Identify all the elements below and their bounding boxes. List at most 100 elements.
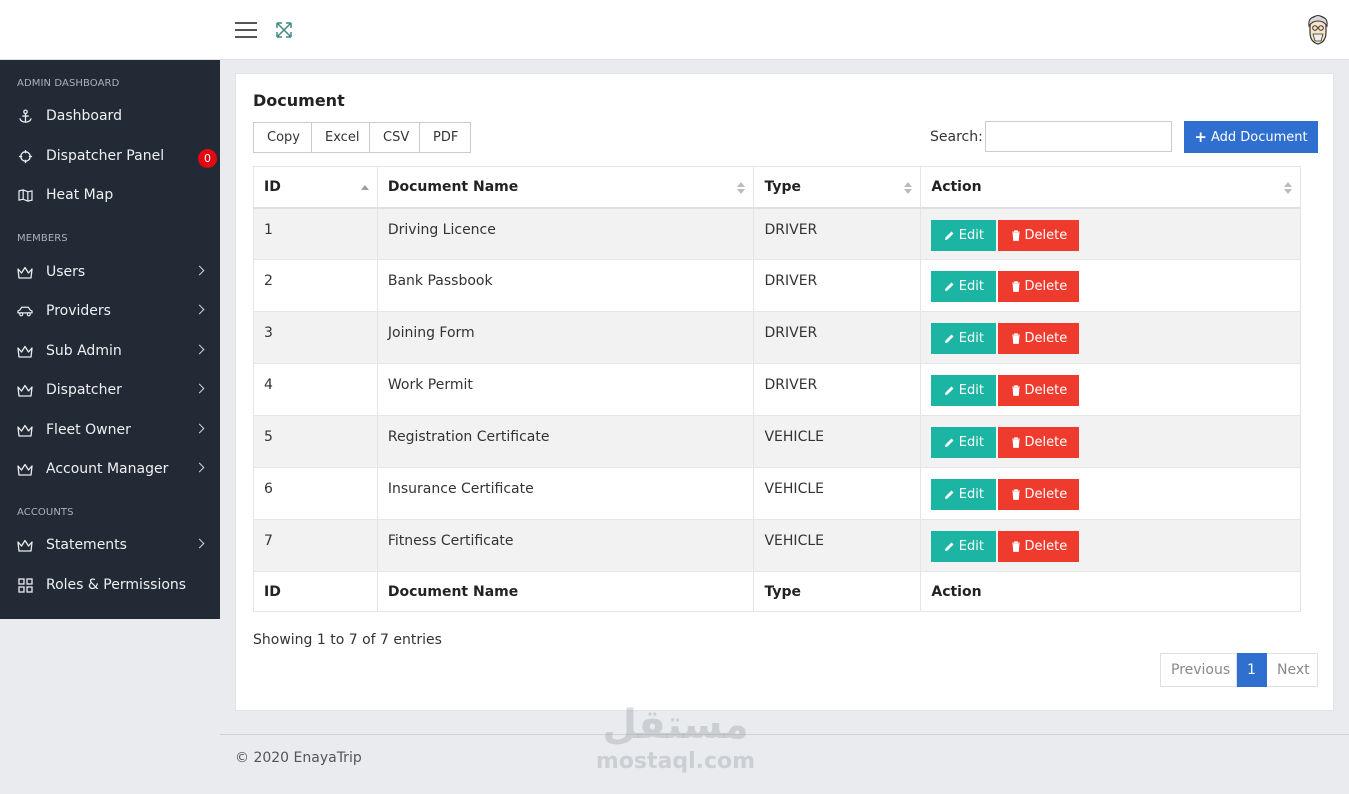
column-label: ID bbox=[264, 178, 281, 195]
column-header-id[interactable]: ID bbox=[253, 166, 378, 209]
edit-button[interactable]: Edit bbox=[931, 271, 997, 302]
cell-document-name: Work Permit bbox=[376, 363, 755, 416]
delete-button[interactable]: Delete bbox=[998, 219, 1080, 251]
cell-type: VEHICLE bbox=[753, 467, 922, 520]
column-label: Document Name bbox=[387, 178, 519, 195]
cell-id: 3 bbox=[253, 311, 378, 364]
watermark-latin: mostaql.com bbox=[595, 749, 756, 774]
delete-button[interactable]: Delete bbox=[998, 479, 1080, 510]
cell-id: 5 bbox=[253, 415, 378, 468]
watermark: مستقل mostaql.com bbox=[593, 700, 758, 774]
edit-label: Edit bbox=[958, 487, 984, 502]
chevron-right-icon bbox=[194, 423, 205, 434]
sidebar-item-statements[interactable]: Statements bbox=[0, 527, 220, 563]
pagination: Previous 1 Next bbox=[1160, 653, 1318, 687]
column-header-action[interactable]: Action bbox=[920, 166, 1301, 209]
sidebar-item-dashboard[interactable]: Dashboard bbox=[0, 98, 220, 134]
column-header-document-name[interactable]: Document Name bbox=[376, 166, 755, 209]
column-header-type[interactable]: Type bbox=[753, 166, 922, 209]
add-document-button[interactable]: + Add Document bbox=[1184, 121, 1318, 153]
cell-document-name: Driving Licence bbox=[376, 207, 755, 260]
expand-icon[interactable] bbox=[275, 21, 293, 39]
pencil-icon bbox=[944, 282, 954, 291]
previous-page-button[interactable]: Previous bbox=[1160, 653, 1237, 687]
trash-icon bbox=[1011, 229, 1020, 241]
next-page-button[interactable]: Next bbox=[1267, 653, 1318, 687]
sort-icon bbox=[1284, 182, 1292, 194]
edit-button[interactable]: Edit bbox=[931, 427, 997, 458]
sidebar-item-users[interactable]: Users bbox=[0, 254, 220, 290]
excel-button[interactable]: Excel bbox=[312, 122, 370, 153]
search-input[interactable] bbox=[985, 121, 1172, 152]
edit-button[interactable]: Edit bbox=[931, 375, 997, 406]
delete-button[interactable]: Delete bbox=[998, 323, 1080, 354]
sidebar-item-label: Sub Admin bbox=[46, 343, 122, 359]
edit-label: Edit bbox=[958, 383, 984, 398]
sidebar-item-providers[interactable]: Providers bbox=[0, 293, 220, 329]
delete-button[interactable]: Delete bbox=[998, 271, 1080, 302]
pencil-icon bbox=[944, 438, 954, 447]
cell-id: 7 bbox=[253, 519, 378, 572]
pdf-button[interactable]: PDF bbox=[420, 122, 471, 153]
table-row: 3 Joining Form DRIVER Edit Delete bbox=[253, 311, 1301, 364]
documents-table: ID Document Name Type Action 1 Driving L… bbox=[253, 166, 1301, 612]
cell-type: VEHICLE bbox=[753, 519, 922, 572]
sidebar-item-heat-map[interactable]: Heat Map bbox=[0, 177, 220, 213]
sidebar-item-dispatcher[interactable]: Dispatcher bbox=[0, 372, 220, 408]
sidebar-item-roles-permissions[interactable]: Roles & Permissions bbox=[0, 567, 220, 603]
sidebar: ADMIN DASHBOARD Dashboard Dispatcher Pan… bbox=[0, 60, 220, 619]
csv-button[interactable]: CSV bbox=[370, 122, 420, 153]
sidebar-item-sub-admin[interactable]: Sub Admin bbox=[0, 333, 220, 369]
hamburger-icon[interactable] bbox=[235, 22, 257, 38]
user-avatar-icon[interactable] bbox=[1306, 14, 1330, 46]
sidebar-section-title: MEMBERS bbox=[17, 233, 68, 244]
page-1-button[interactable]: 1 bbox=[1237, 653, 1267, 687]
cell-id: 4 bbox=[253, 363, 378, 416]
cell-id: 2 bbox=[253, 259, 378, 312]
cell-action: Edit Delete bbox=[920, 311, 1301, 364]
sidebar-item-label: Providers bbox=[46, 303, 111, 319]
sidebar-item-label: Dispatcher bbox=[46, 382, 122, 398]
sidebar-section-title: ADMIN DASHBOARD bbox=[17, 78, 120, 89]
copy-button[interactable]: Copy bbox=[253, 122, 312, 153]
cell-action: Edit Delete bbox=[920, 259, 1301, 312]
edit-button[interactable]: Edit bbox=[931, 219, 997, 251]
edit-button[interactable]: Edit bbox=[931, 531, 997, 562]
table-row: 1 Driving Licence DRIVER Edit Delete bbox=[253, 207, 1301, 260]
chevron-right-icon bbox=[194, 462, 205, 473]
cell-type: DRIVER bbox=[753, 363, 922, 416]
sidebar-item-label: Users bbox=[46, 264, 86, 280]
search-label: Search: bbox=[930, 129, 983, 145]
edit-label: Edit bbox=[958, 331, 984, 346]
delete-label: Delete bbox=[1024, 279, 1068, 294]
edit-button[interactable]: Edit bbox=[931, 323, 997, 354]
sidebar-item-account-manager[interactable]: Account Manager bbox=[0, 451, 220, 487]
crown-icon bbox=[17, 537, 33, 553]
sidebar-item-fleet-owner[interactable]: Fleet Owner bbox=[0, 412, 220, 448]
delete-button[interactable]: Delete bbox=[998, 427, 1080, 458]
footer-divider bbox=[220, 734, 1349, 735]
trash-icon bbox=[1011, 281, 1020, 292]
cell-document-name: Bank Passbook bbox=[376, 259, 755, 312]
delete-label: Delete bbox=[1024, 331, 1068, 346]
map-icon bbox=[17, 187, 33, 203]
table-row: 2 Bank Passbook DRIVER Edit Delete bbox=[253, 259, 1301, 312]
edit-button[interactable]: Edit bbox=[931, 479, 997, 510]
cell-action: Edit Delete bbox=[920, 467, 1301, 520]
sidebar-item-dispatcher-panel[interactable]: Dispatcher Panel 0 bbox=[0, 138, 220, 174]
delete-button[interactable]: Delete bbox=[998, 531, 1080, 562]
trash-icon bbox=[1011, 541, 1020, 552]
sidebar-item-label: Account Manager bbox=[46, 461, 169, 477]
delete-button[interactable]: Delete bbox=[998, 375, 1080, 406]
sidebar-item-label: Dashboard bbox=[46, 108, 122, 124]
sort-icon bbox=[737, 182, 746, 194]
cell-document-name: Fitness Certificate bbox=[376, 519, 755, 572]
table-footer-row: ID Document Name Type Action bbox=[253, 571, 1301, 612]
sort-asc-icon bbox=[360, 182, 369, 194]
chevron-right-icon bbox=[194, 538, 205, 549]
sort-icon bbox=[904, 182, 913, 194]
cell-action: Edit Delete bbox=[920, 415, 1301, 468]
chevron-right-icon bbox=[194, 344, 205, 355]
edit-label: Edit bbox=[958, 279, 984, 294]
cell-id: 6 bbox=[253, 467, 378, 520]
